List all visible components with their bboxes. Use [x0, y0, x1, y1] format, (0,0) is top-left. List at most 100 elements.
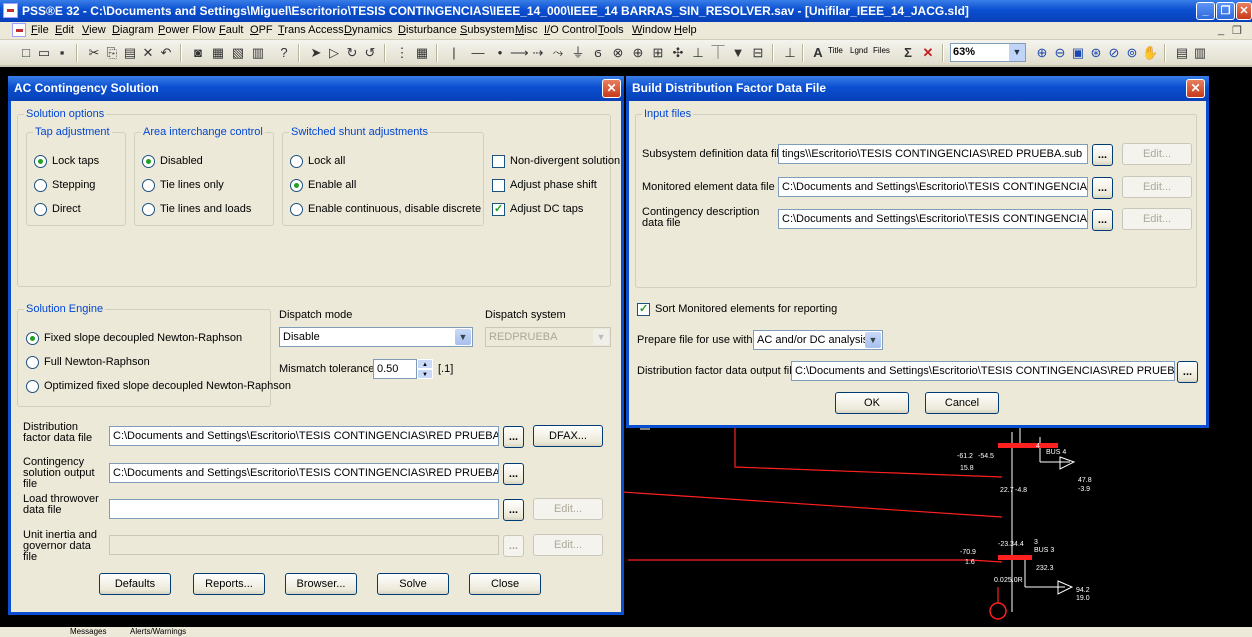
chevron-down-icon[interactable]: ▼ — [1009, 44, 1025, 61]
radio-enable-continuous[interactable] — [290, 203, 303, 216]
facts-icon[interactable]: ⏉ — [710, 45, 726, 61]
reports-button[interactable]: Reports... — [193, 573, 265, 595]
new-icon[interactable]: □ — [18, 45, 34, 61]
con-file-input[interactable]: C:\Documents and Settings\Escritorio\TES… — [778, 209, 1088, 229]
title-button[interactable]: Title — [828, 46, 843, 55]
radio-tie-lines-loads[interactable] — [142, 203, 155, 216]
ok-button[interactable]: OK — [835, 392, 909, 414]
checkbox-adjust-phase-shift[interactable] — [492, 179, 505, 192]
menu-opf[interactable]: OPF — [250, 24, 273, 36]
line-icon[interactable]: — — [470, 45, 486, 61]
delete-icon[interactable]: ✕ — [140, 45, 156, 61]
edit-unit-button[interactable]: Edit... — [533, 534, 603, 556]
zoom-next-icon[interactable]: ⊚ — [1124, 45, 1140, 61]
find-icon[interactable]: ◙ — [190, 45, 206, 61]
menu-view[interactable]: View — [82, 24, 106, 36]
zoom-select[interactable]: 63% ▼ — [950, 43, 1026, 62]
out-file-input[interactable]: C:\Documents and Settings\Escritorio\TES… — [791, 361, 1175, 381]
radio-tie-lines-only[interactable] — [142, 179, 155, 192]
dispatch-system-select[interactable]: REDPRUEBA ▼ — [485, 327, 611, 347]
files-button[interactable]: Files — [873, 46, 890, 55]
svc-icon[interactable]: ✣ — [670, 45, 686, 61]
mismatch-spinner[interactable]: ▲ ▼ — [417, 359, 433, 379]
tab-messages[interactable]: Messages — [70, 627, 106, 636]
multi-terminal-icon[interactable]: ⊟ — [750, 45, 766, 61]
browser-button[interactable]: Browser... — [285, 573, 357, 595]
sub-file-input[interactable]: tings\\Escritorio\TESIS CONTINGENCIAS\RE… — [778, 144, 1088, 164]
edit-sub-button[interactable]: Edit... — [1122, 143, 1192, 165]
select-icon[interactable]: ▷ — [326, 45, 342, 61]
browse-unit-button[interactable]: ... — [503, 535, 524, 557]
pan-icon[interactable]: ✋ — [1142, 45, 1158, 61]
zoom-window-icon[interactable]: ⊛ — [1088, 45, 1104, 61]
zoom-prev-icon[interactable]: ⊘ — [1106, 45, 1122, 61]
radio-lock-all[interactable] — [290, 155, 303, 168]
radio-full-newton[interactable] — [26, 356, 39, 369]
menu-tools[interactable]: Tools — [598, 24, 624, 36]
radio-direct[interactable] — [34, 203, 47, 216]
menu-diagram[interactable]: Diagram — [112, 24, 154, 36]
dfax-button[interactable]: DFAX... — [533, 425, 603, 447]
defaults-button[interactable]: Defaults — [99, 573, 171, 595]
menu-power-flow[interactable]: Power Flow — [158, 24, 215, 36]
menu-window[interactable]: Window — [632, 24, 671, 36]
menu-fault[interactable]: Fault — [219, 24, 243, 36]
zoom-fit-icon[interactable]: ▣ — [1070, 45, 1086, 61]
rotate-90-icon[interactable]: ↻ — [344, 45, 360, 61]
browse-sub-button[interactable]: ... — [1092, 144, 1113, 166]
mismatch-input[interactable]: 0.50 — [373, 359, 417, 379]
3w-transformer-icon[interactable]: ⊕ — [630, 45, 646, 61]
browse-dist-button[interactable]: ... — [503, 426, 524, 448]
breaker-line-icon[interactable]: ⇢ — [530, 45, 546, 61]
rotate-minus-90-icon[interactable]: ↺ — [362, 45, 378, 61]
checkbox-adjust-dc-taps[interactable] — [492, 202, 505, 216]
edit-con-button[interactable]: Edit... — [1122, 208, 1192, 230]
dist-file-input[interactable]: C:\Documents and Settings\Escritorio\TES… — [109, 426, 499, 446]
switch-icon[interactable]: ⤳ — [550, 45, 566, 61]
minimize-button[interactable]: _ — [1196, 2, 1215, 20]
browse-mon-button[interactable]: ... — [1092, 177, 1113, 199]
paste-icon[interactable]: ▤ — [122, 45, 138, 61]
bus-icon[interactable]: | — [446, 45, 462, 61]
tab-alerts[interactable]: Alerts/Warnings — [130, 627, 186, 636]
edit-load-button[interactable]: Edit... — [533, 498, 603, 520]
menu-help[interactable]: Help — [674, 24, 697, 36]
mdi-minimize-button[interactable]: _ — [1218, 24, 1224, 36]
browse-out-button[interactable]: ... — [1177, 361, 1198, 383]
generator-symbol[interactable] — [989, 602, 1007, 620]
pointer-icon[interactable]: ➤ — [308, 45, 324, 61]
node-icon[interactable]: • — [492, 45, 508, 61]
bus3-bar[interactable] — [998, 555, 1032, 560]
chevron-down-icon[interactable]: ▼ — [455, 329, 471, 345]
undo-icon[interactable]: ↶ — [158, 45, 174, 61]
generator-icon[interactable]: ϭ — [590, 45, 606, 61]
edit-mon-button[interactable]: Edit... — [1122, 176, 1192, 198]
grid-toggle-icon[interactable]: ▦ — [414, 45, 430, 61]
transformer-icon[interactable]: ⊗ — [610, 45, 626, 61]
zoom-out-icon[interactable]: ⊖ — [1052, 45, 1068, 61]
branch-icon[interactable]: ⟶ — [510, 45, 529, 61]
unit-file-input[interactable] — [109, 535, 499, 555]
prepare-select[interactable]: AC and/or DC analysis ▼ — [753, 330, 883, 350]
radio-fixed-slope[interactable] — [26, 332, 39, 345]
radio-disabled[interactable] — [142, 155, 155, 168]
radio-stepping[interactable] — [34, 179, 47, 192]
layout-icon[interactable]: ▥ — [250, 45, 266, 61]
menu-disturbance[interactable]: Disturbance — [398, 24, 457, 36]
close-window-button[interactable]: ✕ — [1236, 2, 1252, 20]
cut-icon[interactable]: ✂ — [86, 45, 102, 61]
load-file-input[interactable] — [109, 499, 499, 519]
save-icon[interactable]: ▪ — [54, 45, 70, 61]
menu-subsystem[interactable]: Subsystem — [460, 24, 514, 36]
copy-icon[interactable]: ⎘ — [104, 45, 120, 61]
radio-enable-all[interactable] — [290, 179, 303, 192]
shunt-icon[interactable]: ⊞ — [650, 45, 666, 61]
dispatch-mode-select[interactable]: Disable ▼ — [279, 327, 473, 347]
bus4-bar[interactable] — [998, 443, 1058, 448]
checkbox-sort-monitored[interactable] — [637, 302, 650, 316]
clear-icon[interactable]: ✕ — [920, 45, 936, 61]
bus-display-icon[interactable]: ▤ — [1174, 45, 1190, 61]
radio-lock-taps[interactable] — [34, 155, 47, 168]
browse-cont-button[interactable]: ... — [503, 463, 524, 485]
close-dialog-button[interactable]: ✕ — [1186, 79, 1205, 98]
